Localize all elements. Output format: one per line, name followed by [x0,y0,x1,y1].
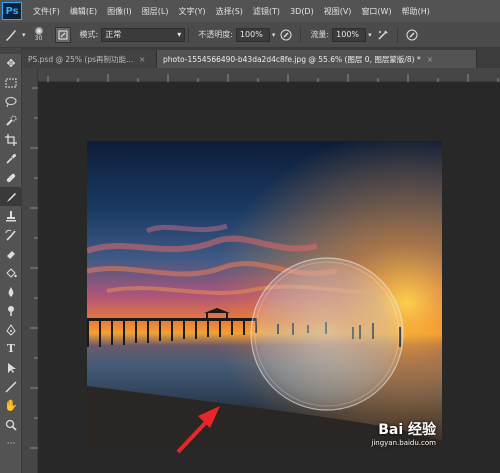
brush-tip-icon [34,27,43,35]
divider [188,26,190,43]
tab-label: photo-1554566490-b43da2d4c8fe.jpg @ 55.6… [163,54,421,64]
eyedropper-icon[interactable] [0,149,22,168]
menu-bar: Ps 文件(F) 编辑(E) 图像(I) 图层(L) 文字(Y) 选择(S) 滤… [0,0,500,22]
options-bar: ▾ 30 模式: 正常 ▾ 不透明度: 100% ▾ 流量: 100% ▾ [0,22,500,48]
divider [396,26,398,43]
flow-input[interactable]: 100% [332,27,367,42]
menu-window[interactable]: 窗口(W) [356,6,396,17]
move-icon[interactable]: ✥ [0,54,22,73]
watermark: Bai 经验 jingyan.baidu.com [371,419,436,447]
ruler-vertical [22,68,38,473]
chevron-down-icon[interactable]: ▾ [368,31,372,39]
ruler-horizontal [38,68,500,82]
tab-ps-psd[interactable]: PS.psd @ 25% (ps再制功能... × [22,50,157,68]
ps-logo: Ps [2,2,22,20]
more-tools-icon[interactable]: ··· [0,434,22,453]
airbrush-icon[interactable] [375,27,391,43]
brush-tool-icon[interactable] [3,27,19,43]
pressure-opacity-icon[interactable] [278,27,294,43]
document-tabs: PS.psd @ 25% (ps再制功能... × photo-15545664… [22,48,500,68]
hand-icon[interactable]: ✋ [0,396,22,415]
baidu-logo: Bai 经验 [378,422,436,438]
blur-icon[interactable] [0,282,22,301]
watermark-url: jingyan.baidu.com [371,439,436,447]
opacity-label: 不透明度: [198,30,233,39]
paint-bucket-icon[interactable] [0,263,22,282]
mode-select[interactable]: 正常 ▾ [101,27,186,42]
clone-stamp-icon[interactable] [0,206,22,225]
mode-value: 正常 [105,30,122,39]
preset-dropdown-icon[interactable]: ▾ [22,31,26,39]
menu-layer[interactable]: 图层(L) [137,6,174,17]
chevron-down-icon[interactable]: ▾ [272,31,276,39]
canvas-area[interactable]: Bai 经验 jingyan.baidu.com [38,82,500,473]
tab-photo-jpg[interactable]: photo-1554566490-b43da2d4c8fe.jpg @ 55.6… [157,50,477,68]
pressure-size-icon[interactable] [404,27,420,43]
line-icon[interactable] [0,377,22,396]
crop-icon[interactable] [0,130,22,149]
opacity-input[interactable]: 100% [235,27,270,42]
zoom-icon[interactable] [0,415,22,434]
type-icon[interactable]: T [0,339,22,358]
lasso-icon[interactable] [0,92,22,111]
menu-type[interactable]: 文字(Y) [173,6,210,17]
toolbox: ✥ T ✋ ··· [0,48,22,473]
mode-label: 模式: [79,30,99,39]
healing-icon[interactable] [0,168,22,187]
menu-filter[interactable]: 滤镜(T) [248,6,285,17]
marquee-icon[interactable] [0,73,22,92]
divider [300,26,302,43]
dodge-icon[interactable] [0,301,22,320]
tab-label: PS.psd @ 25% (ps再制功能... [28,54,134,64]
menu-select[interactable]: 选择(S) [211,6,248,17]
flow-label: 流量: [310,30,330,39]
close-icon[interactable]: × [427,55,433,64]
menu-file[interactable]: 文件(F) [28,6,65,17]
brush-panel-toggle-icon[interactable] [54,26,71,43]
brush-icon[interactable] [0,187,22,206]
chevron-down-icon: ▾ [177,30,182,39]
menu-image[interactable]: 图像(I) [102,6,137,17]
menu-help[interactable]: 帮助(H) [397,6,435,17]
brush-preset-picker[interactable]: 30 [29,27,49,43]
menu-edit[interactable]: 编辑(E) [65,6,102,17]
quick-select-icon[interactable] [0,111,22,130]
pen-icon[interactable] [0,320,22,339]
history-brush-icon[interactable] [0,225,22,244]
close-icon[interactable]: × [139,55,145,64]
menu-3d[interactable]: 3D(D) [285,7,319,16]
eraser-icon[interactable] [0,244,22,263]
document-image[interactable]: Bai 经验 jingyan.baidu.com [87,141,442,451]
menu-view[interactable]: 视图(V) [319,6,357,17]
brush-size-value: 30 [34,35,43,42]
path-select-icon[interactable] [0,358,22,377]
